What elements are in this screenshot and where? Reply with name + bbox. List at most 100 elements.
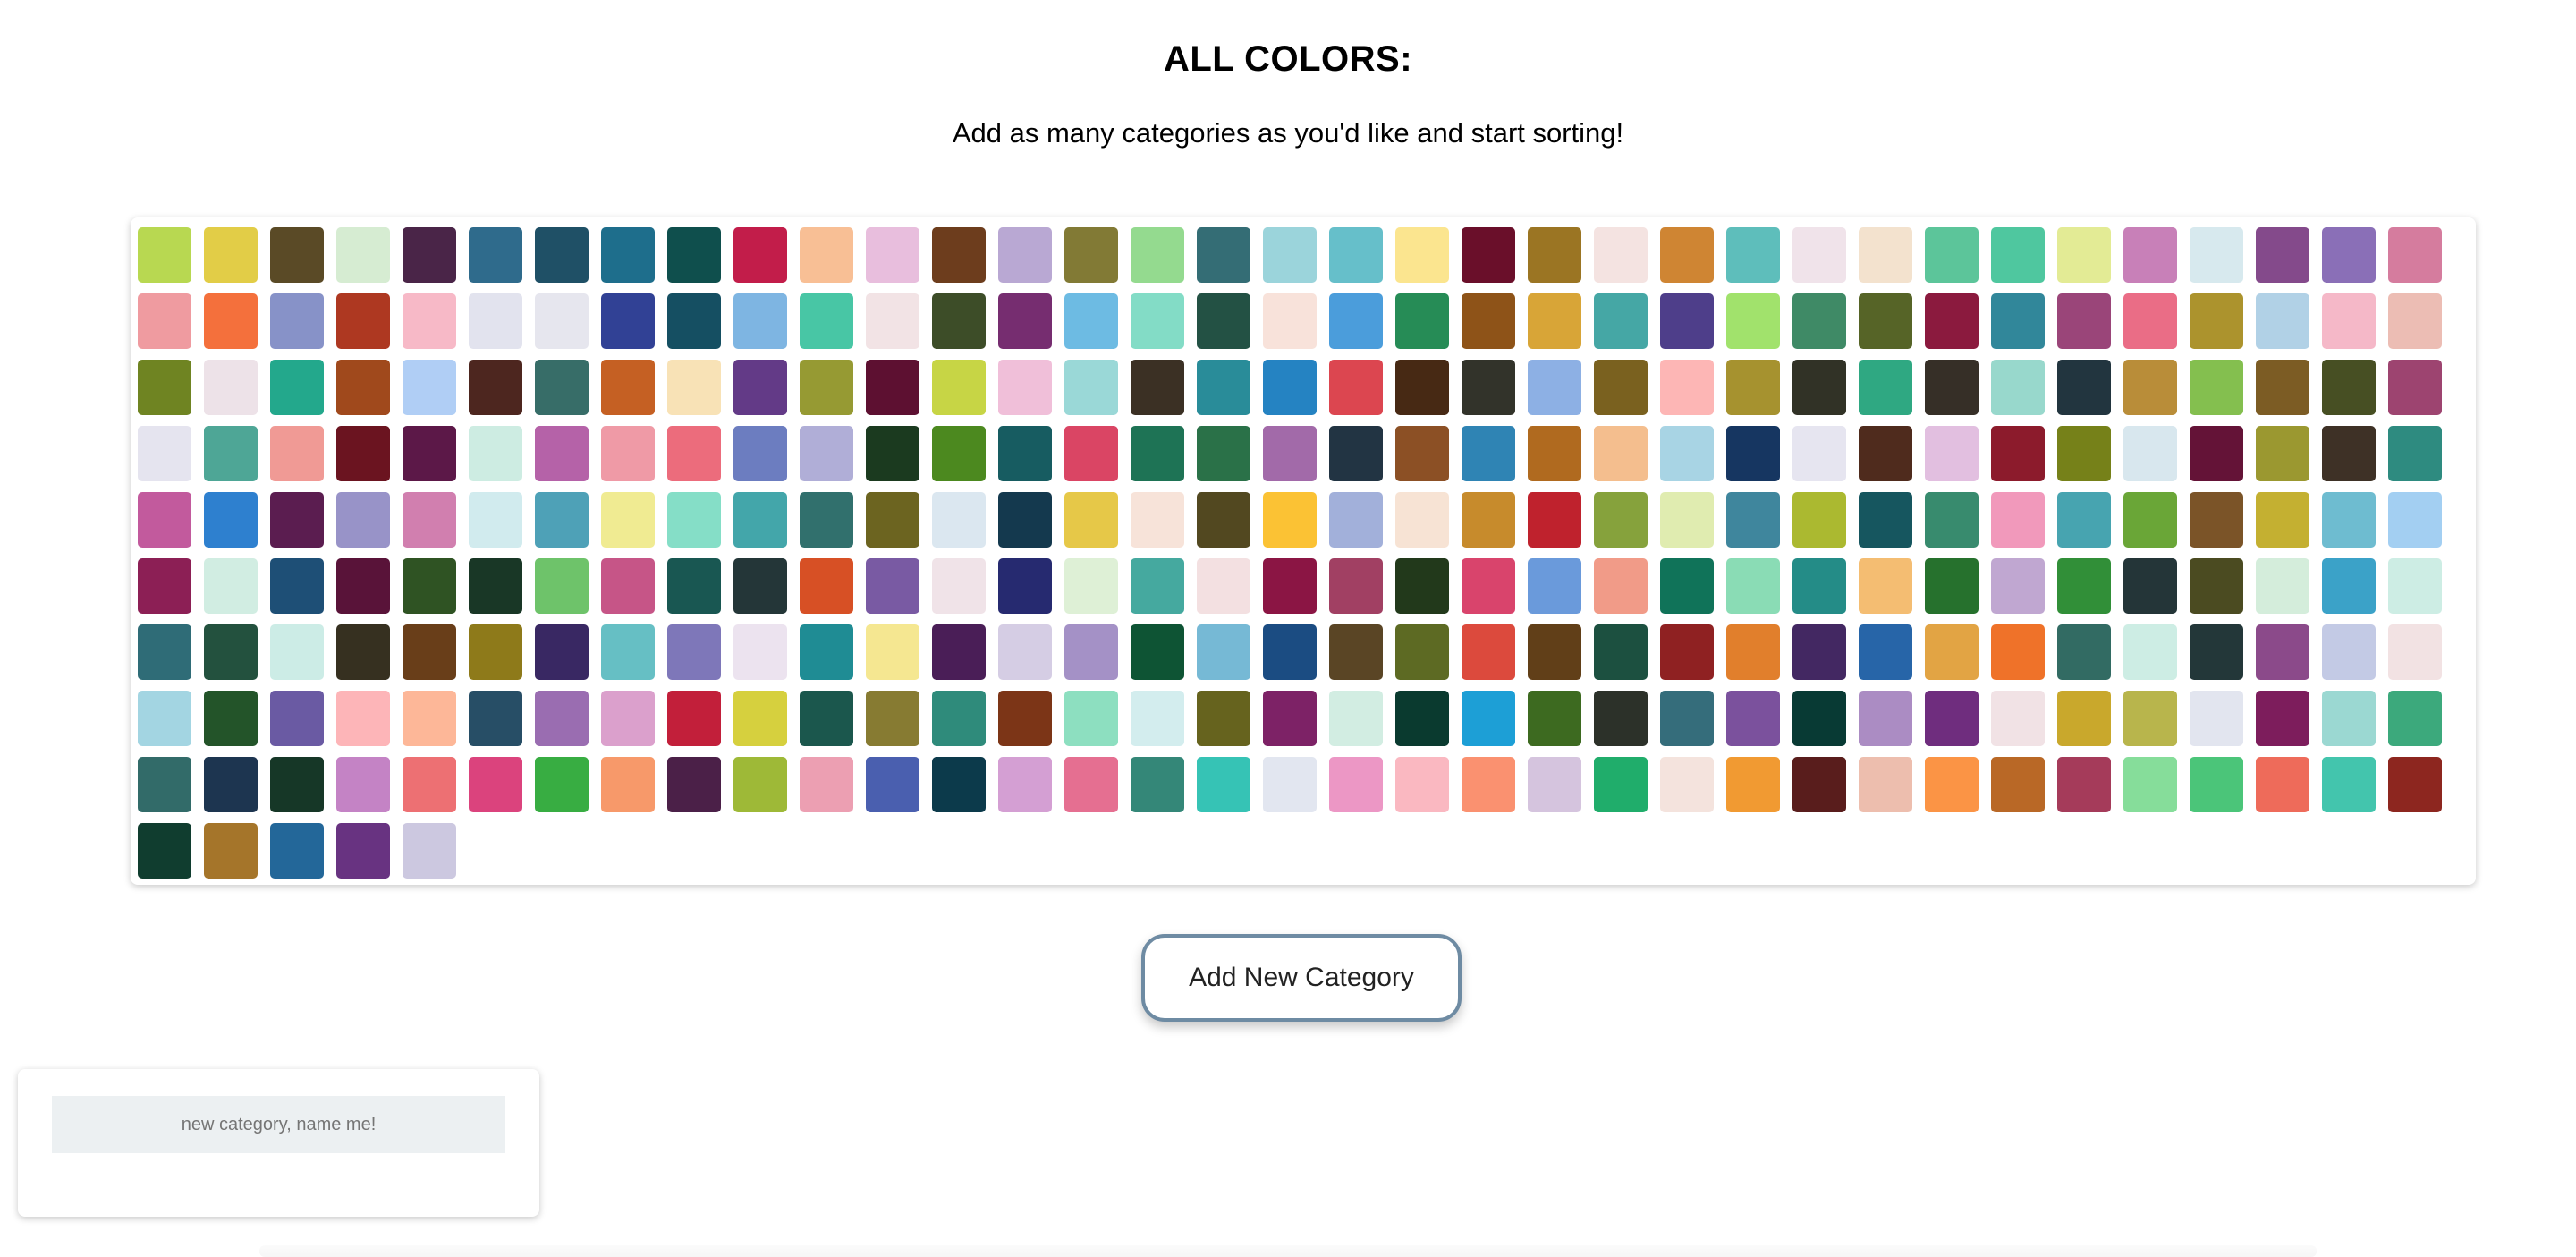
color-swatch[interactable] [2322,227,2376,283]
color-swatch[interactable] [1064,360,1118,415]
color-swatch[interactable] [1131,227,1184,283]
color-swatch[interactable] [138,492,191,548]
color-swatch[interactable] [535,227,589,283]
color-swatch[interactable] [1660,360,1714,415]
color-swatch[interactable] [1660,227,1714,283]
color-swatch[interactable] [998,558,1052,614]
color-swatch[interactable] [2256,360,2309,415]
color-swatch[interactable] [733,691,787,746]
color-swatch[interactable] [1726,558,1780,614]
color-swatch[interactable] [601,558,655,614]
color-swatch[interactable] [1528,624,1581,680]
color-swatch[interactable] [336,823,390,879]
color-swatch[interactable] [270,492,324,548]
color-swatch[interactable] [138,293,191,349]
color-swatch[interactable] [204,293,258,349]
color-swatch[interactable] [2322,293,2376,349]
color-swatch[interactable] [138,624,191,680]
color-swatch[interactable] [667,691,721,746]
color-swatch[interactable] [667,426,721,481]
color-swatch[interactable] [469,492,522,548]
color-swatch[interactable] [469,558,522,614]
color-swatch[interactable] [535,558,589,614]
color-swatch[interactable] [2057,757,2111,812]
color-swatch[interactable] [1859,691,1912,746]
color-swatch[interactable] [469,757,522,812]
color-swatch[interactable] [2388,691,2442,746]
color-swatch[interactable] [998,426,1052,481]
color-swatch[interactable] [932,492,986,548]
color-swatch[interactable] [1859,624,1912,680]
color-swatch[interactable] [1064,293,1118,349]
color-swatch[interactable] [2388,558,2442,614]
color-swatch[interactable] [1660,426,1714,481]
color-swatch[interactable] [2057,293,2111,349]
color-swatch[interactable] [2256,624,2309,680]
color-swatch[interactable] [2057,624,2111,680]
color-swatch[interactable] [1528,558,1581,614]
color-swatch[interactable] [1528,227,1581,283]
color-swatch[interactable] [1859,360,1912,415]
color-swatch[interactable] [204,757,258,812]
color-swatch[interactable] [1925,624,1979,680]
color-swatch[interactable] [1660,624,1714,680]
color-swatch[interactable] [1859,293,1912,349]
color-swatch[interactable] [932,426,986,481]
color-swatch[interactable] [336,558,390,614]
color-swatch[interactable] [2322,360,2376,415]
color-swatch[interactable] [1991,360,2045,415]
color-swatch[interactable] [336,757,390,812]
color-swatch[interactable] [1263,426,1317,481]
color-swatch[interactable] [1197,426,1250,481]
color-swatch[interactable] [1792,558,1846,614]
color-swatch[interactable] [138,426,191,481]
color-swatch[interactable] [1462,293,1515,349]
color-swatch[interactable] [1726,227,1780,283]
color-swatch[interactable] [138,691,191,746]
color-swatch[interactable] [1859,492,1912,548]
color-swatch[interactable] [1726,757,1780,812]
color-swatch[interactable] [1064,624,1118,680]
color-swatch[interactable] [667,757,721,812]
color-swatch[interactable] [601,691,655,746]
color-swatch[interactable] [1859,757,1912,812]
color-swatch[interactable] [270,360,324,415]
color-swatch[interactable] [1726,293,1780,349]
color-swatch[interactable] [2190,624,2243,680]
color-swatch[interactable] [1263,293,1317,349]
color-swatch[interactable] [1395,227,1449,283]
color-swatch[interactable] [535,360,589,415]
color-swatch[interactable] [1197,757,1250,812]
color-swatch[interactable] [601,757,655,812]
color-swatch[interactable] [270,823,324,879]
color-swatch[interactable] [667,558,721,614]
color-swatch[interactable] [1991,624,2045,680]
color-swatch[interactable] [2123,293,2177,349]
color-swatch[interactable] [2388,426,2442,481]
color-swatch[interactable] [2057,691,2111,746]
color-swatch[interactable] [1925,558,1979,614]
color-swatch[interactable] [1329,227,1383,283]
color-swatch[interactable] [1329,757,1383,812]
color-swatch[interactable] [1594,360,1648,415]
color-swatch[interactable] [138,227,191,283]
color-swatch[interactable] [2322,558,2376,614]
color-swatch[interactable] [1263,624,1317,680]
color-swatch[interactable] [2388,227,2442,283]
color-swatch[interactable] [1263,227,1317,283]
color-swatch[interactable] [1991,691,2045,746]
color-swatch[interactable] [2322,691,2376,746]
color-swatch[interactable] [800,227,853,283]
color-swatch[interactable] [138,558,191,614]
color-swatch[interactable] [1991,558,2045,614]
color-swatch[interactable] [601,293,655,349]
color-swatch[interactable] [138,757,191,812]
color-swatch[interactable] [2388,492,2442,548]
color-swatch[interactable] [1064,691,1118,746]
color-swatch[interactable] [2123,558,2177,614]
color-swatch[interactable] [535,293,589,349]
color-swatch[interactable] [204,227,258,283]
color-swatch[interactable] [402,558,456,614]
color-swatch[interactable] [932,227,986,283]
color-swatch[interactable] [1726,624,1780,680]
